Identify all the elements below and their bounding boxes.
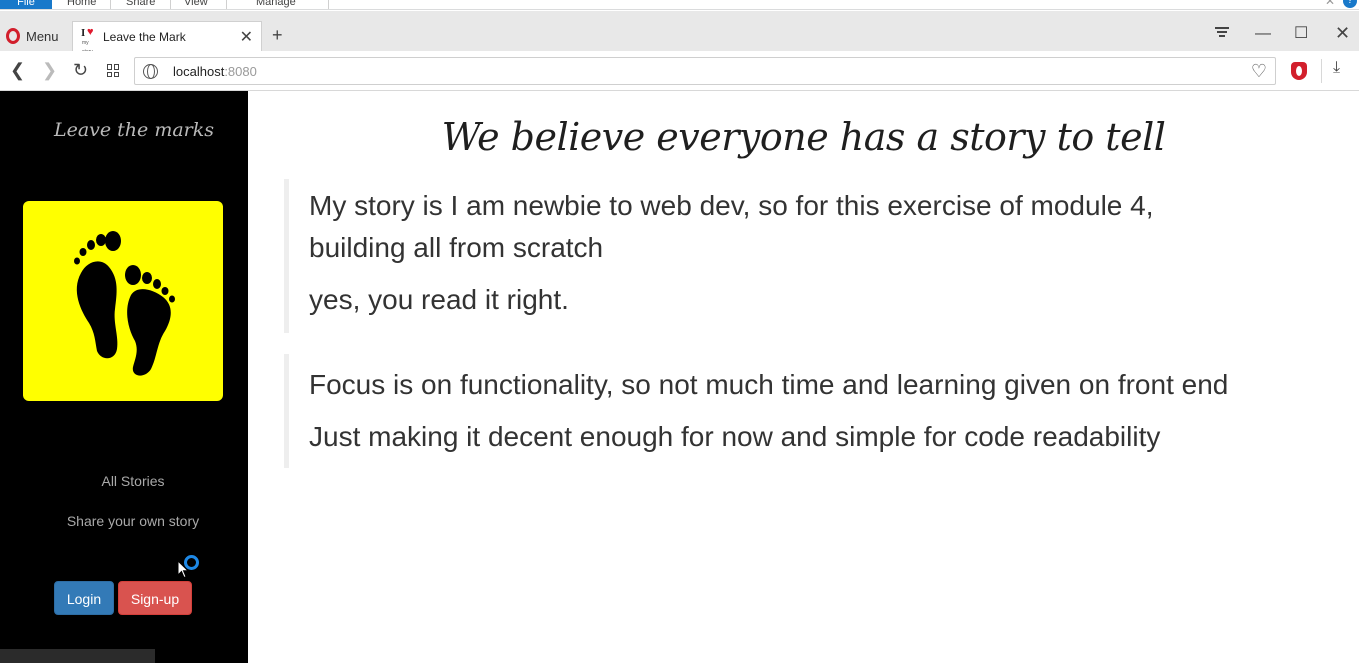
toolbar-divider	[1321, 59, 1322, 83]
back-icon[interactable]: ❮	[10, 60, 25, 80]
footprints-logo	[23, 201, 223, 401]
url-host: localhost	[173, 64, 225, 79]
login-button[interactable]: Login	[54, 581, 114, 615]
opera-menu-button[interactable]: Menu	[6, 28, 59, 44]
easy-setup-icon[interactable]	[1213, 25, 1231, 41]
browser-tab-active[interactable]: I♥my story Leave the Mark ✕	[72, 21, 262, 55]
window-close-icon[interactable]: ✕	[1335, 23, 1350, 44]
ribbon-collapse-icon[interactable]: ✕	[1325, 0, 1335, 8]
maximize-icon[interactable]: ☐	[1294, 23, 1308, 43]
nav-share-story[interactable]: Share your own story	[0, 513, 266, 529]
reload-icon[interactable]: ↻	[73, 60, 88, 80]
taskbar-fragment	[0, 649, 155, 663]
ribbon-view-tab[interactable]: View	[184, 0, 208, 8]
ribbon-file-tab[interactable]: File	[0, 0, 52, 9]
tab-title: Leave the Mark	[103, 29, 186, 44]
download-icon[interactable]: ⤓	[1333, 59, 1340, 77]
globe-icon	[143, 64, 158, 79]
ribbon-separator	[170, 0, 171, 9]
browser-tab-bar: Menu I♥my story Leave the Mark ✕ + — ☐ ✕	[0, 11, 1359, 55]
url-text[interactable]: localhost:8080	[173, 64, 257, 79]
ribbon-separator	[328, 0, 329, 9]
forward-icon[interactable]: ❯	[42, 60, 57, 80]
url-port: :8080	[224, 64, 257, 79]
page-heading: We believe everyone has a story to tell	[441, 115, 1166, 159]
story-quote: Focus is on functionality, so not much t…	[284, 354, 1344, 468]
sidebar: Leave the marks All Stories Share your o	[0, 91, 248, 663]
quote-line: Focus is on functionality, so not much t…	[309, 369, 1229, 400]
new-tab-icon[interactable]: +	[272, 25, 283, 46]
ribbon-share-tab[interactable]: Share	[126, 0, 155, 8]
opera-logo-icon	[6, 28, 20, 44]
bookmark-heart-icon[interactable]: ♡	[1251, 61, 1267, 82]
minimize-icon[interactable]: —	[1255, 25, 1271, 43]
adblock-shield-icon[interactable]	[1291, 62, 1307, 80]
signup-button[interactable]: Sign-up	[118, 581, 192, 615]
story-quote: My story is I am newbie to web dev, so f…	[284, 179, 1244, 333]
mouse-pointer-icon	[177, 560, 189, 579]
explorer-ribbon: File Home Share View Manage ✕ ?	[0, 0, 1359, 10]
ribbon-home-tab[interactable]: Home	[67, 0, 96, 8]
main-content: We believe everyone has a story to tell …	[248, 91, 1359, 663]
quote-line: Just making it decent enough for now and…	[309, 421, 1161, 452]
tab-close-icon[interactable]: ✕	[240, 27, 253, 47]
address-bar[interactable]: localhost:8080 ♡	[134, 57, 1276, 85]
help-icon[interactable]: ?	[1343, 0, 1357, 8]
ribbon-separator	[226, 0, 227, 9]
ribbon-manage-tab[interactable]: Manage	[256, 0, 296, 8]
site-favicon-icon: I♥my story	[81, 25, 94, 55]
site-brand[interactable]: Leave the marks	[0, 119, 268, 141]
nav-all-stories[interactable]: All Stories	[0, 473, 266, 489]
browser-nav-bar: ❮ ❯ ↻ localhost:8080 ♡ ⤓	[0, 51, 1359, 91]
footprints-icon	[74, 231, 175, 376]
tab-grid-icon[interactable]	[107, 64, 120, 77]
opera-menu-label: Menu	[26, 28, 59, 44]
ribbon-separator	[110, 0, 111, 9]
quote-line: My story is I am newbie to web dev, so f…	[309, 190, 1154, 263]
quote-line: yes, you read it right.	[309, 284, 569, 315]
